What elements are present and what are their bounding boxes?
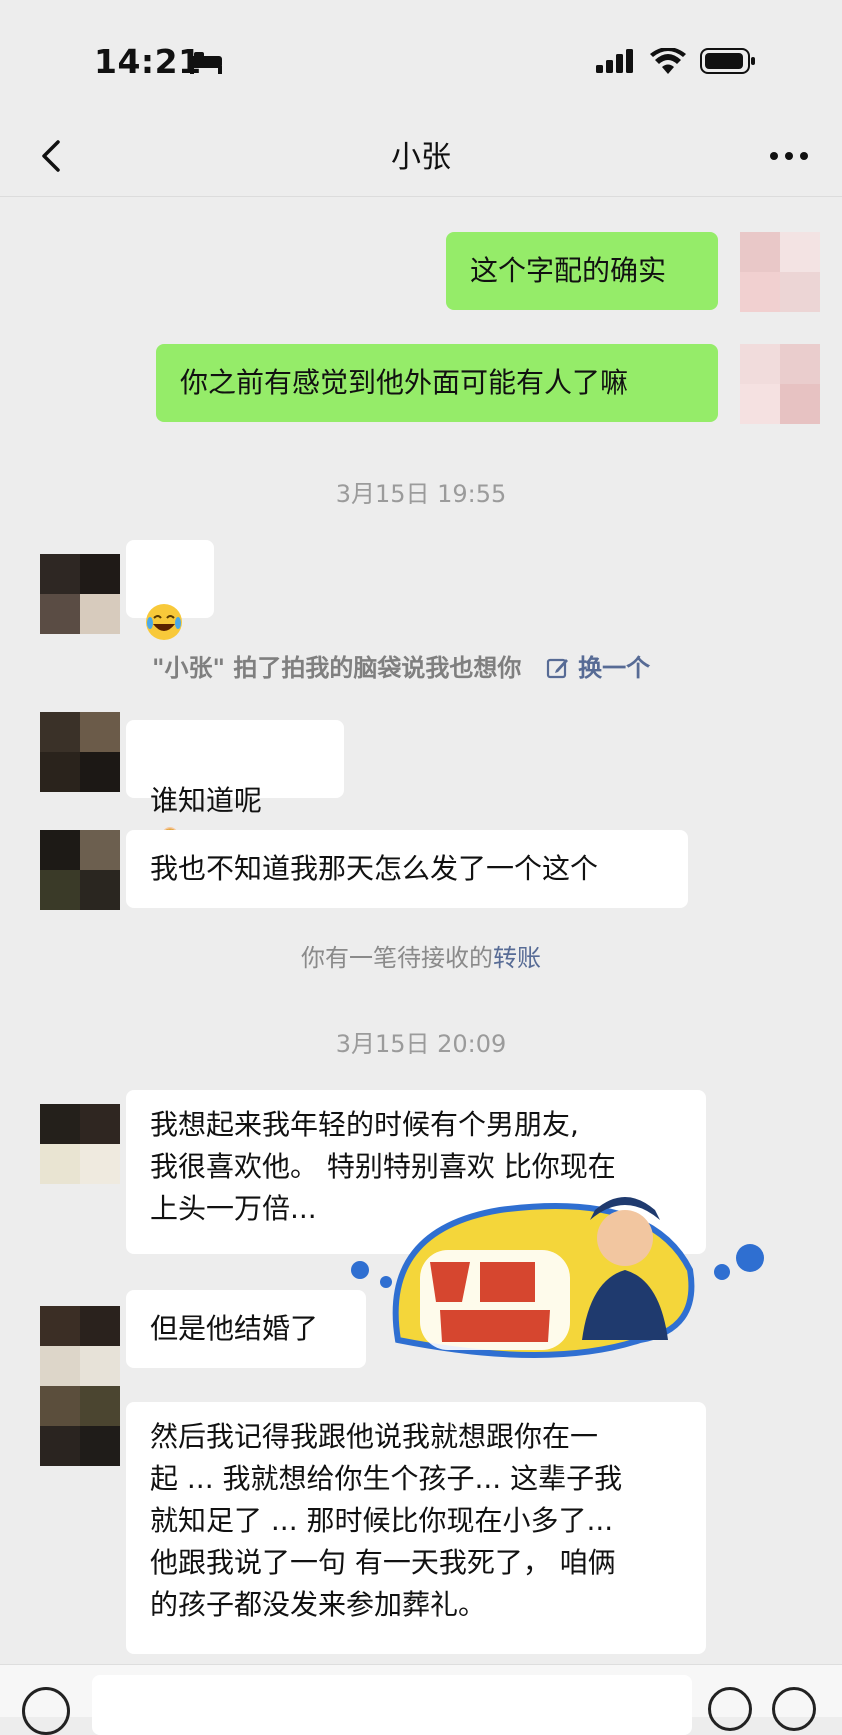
contact-avatar[interactable] — [40, 830, 120, 910]
message-input[interactable] — [92, 1675, 692, 1735]
chat-title: 小张 — [391, 140, 451, 175]
emoji-icon[interactable] — [708, 1687, 752, 1731]
bed-icon — [190, 52, 222, 74]
contact-avatar[interactable] — [40, 1104, 120, 1184]
outgoing-message[interactable]: 这个字配的确实 — [446, 232, 718, 310]
timestamp: 3月15日 19:55 — [335, 480, 507, 508]
more-dots-icon[interactable] — [766, 136, 812, 176]
message-text: 谁知道呢 — [150, 784, 263, 817]
incoming-message[interactable]: 我也不知道我那天怎么发了一个这个 — [126, 830, 688, 908]
my-avatar[interactable] — [740, 344, 820, 424]
incoming-message[interactable]: 谁知道呢 — [126, 720, 344, 864]
edit-icon — [546, 658, 568, 679]
change-pat-link[interactable]: 换一个 — [546, 654, 650, 682]
contact-avatar[interactable] — [40, 554, 120, 634]
outgoing-message[interactable]: 你之前有感觉到他外面可能有人了嘛 — [156, 344, 718, 422]
wifi-icon — [650, 48, 686, 74]
signal-icon — [596, 49, 633, 73]
battery-icon — [700, 48, 755, 74]
chat-header: 小张 — [0, 120, 842, 197]
contact-avatar[interactable] — [40, 712, 120, 792]
transfer-link[interactable]: 转账 — [493, 944, 541, 972]
status-icons — [596, 48, 756, 74]
transfer-notice: 你有一笔待接收的转账 — [0, 938, 842, 973]
transfer-notice-text: 你有一笔待接收的 — [301, 944, 493, 972]
contact-avatar[interactable] — [40, 1306, 120, 1466]
my-avatar[interactable] — [740, 232, 820, 312]
incoming-emoji-message[interactable] — [126, 540, 214, 640]
timestamp: 3月15日 20:09 — [335, 1030, 507, 1058]
status-bar: 14:21 — [0, 0, 842, 120]
voice-icon[interactable] — [22, 1687, 70, 1735]
incoming-message[interactable]: 但是他结婚了 — [126, 1290, 366, 1368]
change-pat-label: 换一个 — [578, 654, 651, 682]
incoming-message[interactable]: 然后我记得我跟他说我就想跟你在一 起 ... 我就想给你生个孩子... 这辈子我… — [126, 1402, 706, 1654]
pat-notice: "小张" 拍了拍我的脑袋说我也想你 换一个 — [152, 648, 650, 683]
pat-text: "小张" 拍了拍我的脑袋说我也想你 — [152, 654, 522, 682]
plus-icon[interactable] — [772, 1687, 816, 1731]
input-bar — [0, 1664, 842, 1735]
laughing-crying-emoji-icon — [146, 604, 182, 640]
watermark-sticker — [351, 1197, 764, 1358]
status-time: 14:21 — [94, 42, 202, 81]
